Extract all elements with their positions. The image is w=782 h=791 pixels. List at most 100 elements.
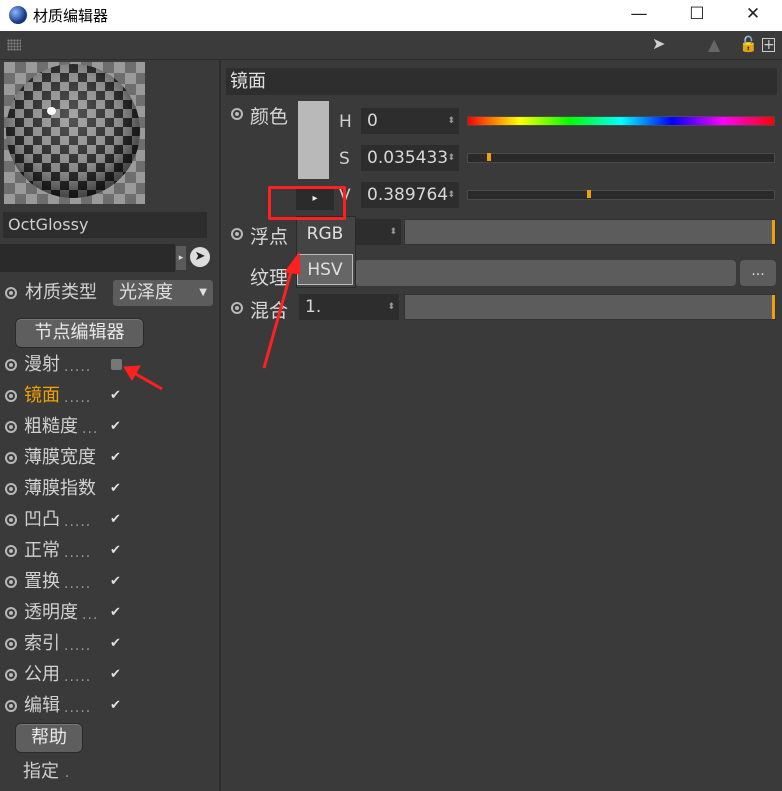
s-label: S [339,149,350,169]
channel-item[interactable]: 粗糙度... ✔ [3,412,213,442]
annotation-red-box [268,186,346,220]
channel-item[interactable]: 薄膜宽度 ✔ [3,443,213,473]
spinner-icon[interactable]: ⬍ [389,219,397,245]
checkmark-icon[interactable]: ✔ [110,544,123,557]
radio-icon[interactable] [5,359,17,371]
material-name-field[interactable]: OctGlossy [3,212,207,238]
material-type-dropdown[interactable]: 光泽度 ▼ [113,280,213,306]
s-value: 0.035433 [367,148,449,168]
checkmark-icon[interactable]: ✔ [110,575,123,588]
color-mode-menu: RGB HSV [296,216,356,288]
unchecked-box-icon[interactable] [111,359,122,370]
channel-item[interactable]: 公用..... ✔ [3,660,213,690]
checkmark-icon[interactable]: ✔ [110,513,123,526]
assign-dots: . [64,765,70,781]
s-field[interactable]: 0.035433 ⬍ [361,145,459,171]
value-slider[interactable] [467,190,775,200]
float-radio-icon[interactable] [231,228,243,240]
up-arrow-icon[interactable]: ▲ [708,35,720,54]
h-field[interactable]: 0 ⬍ [361,108,459,134]
back-arrow-icon[interactable]: ➤ [652,34,665,53]
texture-more-button[interactable]: ... [740,260,776,286]
radio-icon[interactable] [5,607,17,619]
float-slider-end [772,220,775,244]
saturation-slider-knob[interactable] [487,153,491,161]
radio-icon[interactable] [5,638,17,650]
mix-label: 混合 [250,300,289,322]
checkmark-icon[interactable]: ✔ [110,606,123,619]
editor-toolbar: ➤ ▲ 🔓 + [0,31,782,60]
color-radio-icon[interactable] [231,108,243,120]
help-button[interactable]: 帮助 [15,723,83,753]
radio-icon[interactable] [5,669,17,681]
spinner-icon[interactable]: ⬍ [447,108,455,134]
node-editor-button[interactable]: 节点编辑器 [15,318,144,348]
radio-icon[interactable] [5,287,17,299]
channel-item[interactable]: 镜面..... ✔ [3,381,213,411]
channel-label: 索引 [24,633,60,654]
channel-item[interactable]: 置换..... ✔ [3,567,213,597]
assign-label: 指定 . [23,757,69,783]
channel-item[interactable]: 索引..... ✔ [3,629,213,659]
v-field[interactable]: 0.389764 ⬍ [361,182,459,208]
minimize-button[interactable]: — [610,0,668,31]
float-slider[interactable] [404,219,776,245]
spinner-icon[interactable]: ⬍ [447,182,455,208]
cinema4d-app-icon [9,6,27,24]
checkmark-icon[interactable]: ✔ [110,668,123,681]
channel-dots: ..... [64,390,92,406]
radio-icon[interactable] [5,452,17,464]
channel-item[interactable]: 透明度... ✔ [3,598,213,628]
radio-icon[interactable] [5,390,17,402]
material-type-row: 材质类型 光泽度 ▼ [3,279,215,307]
lock-icon[interactable]: 🔓 [739,35,758,53]
channel-item[interactable]: 正常..... ✔ [3,536,213,566]
attribute-panel: 镜面 颜色 H 0 ⬍ S 0.035433 ⬍ V 0.389764 ⬍ 浮点 ⬍ … [221,60,782,791]
float-field[interactable]: ⬍ [353,219,401,245]
channel-label: 置换 [24,571,60,592]
channel-label: 镜面 [24,385,60,406]
checkmark-icon[interactable]: ✔ [110,451,123,464]
channel-label: 漫射 [24,354,60,375]
mix-field[interactable]: 1. ⬍ [299,294,399,320]
checkmark-icon[interactable]: ✔ [110,699,123,712]
channel-item[interactable]: 漫射..... [3,350,213,380]
checkmark-icon[interactable]: ✔ [110,482,123,495]
spinner-icon[interactable]: ⬍ [387,294,395,320]
checkmark-icon[interactable]: ✔ [110,420,123,433]
texture-field[interactable] [355,260,736,286]
value-slider-knob[interactable] [587,190,591,198]
search-row: ▸ ➤ [0,244,214,272]
add-panel-icon[interactable]: + [762,38,775,52]
radio-icon[interactable] [5,421,17,433]
pick-cursor-icon[interactable]: ➤ [190,247,210,267]
saturation-slider[interactable] [467,153,775,163]
radio-icon[interactable] [5,576,17,588]
radio-icon[interactable] [5,700,17,712]
checkmark-icon[interactable]: ✔ [110,389,123,402]
channel-dots: ... [82,607,99,623]
channel-item[interactable]: 编辑..... ✔ [3,691,213,721]
channel-label: 薄膜指数 [24,478,96,499]
mix-radio-icon[interactable] [231,302,243,314]
hue-slider[interactable] [467,116,775,126]
spinner-icon[interactable]: ⬍ [447,145,455,171]
search-input[interactable] [0,244,175,272]
color-swatch[interactable] [298,101,329,179]
radio-icon[interactable] [5,514,17,526]
radio-icon[interactable] [5,545,17,557]
close-button[interactable]: ✕ [724,0,782,31]
channel-item[interactable]: 薄膜指数 ✔ [3,474,213,504]
radio-icon[interactable] [5,483,17,495]
channel-item[interactable]: 凹凸..... ✔ [3,505,213,535]
menu-item-hsv[interactable]: HSV [297,254,353,285]
h-label: H [339,112,352,132]
mix-slider[interactable] [404,294,776,320]
menu-item-rgb[interactable]: RGB [297,219,353,250]
expand-arrow-icon[interactable]: ▸ [176,246,186,270]
preview-sphere [6,64,140,198]
material-preview[interactable] [4,62,145,204]
maximize-button[interactable]: ☐ [668,0,726,31]
grip-icon[interactable] [7,39,21,51]
checkmark-icon[interactable]: ✔ [110,637,123,650]
